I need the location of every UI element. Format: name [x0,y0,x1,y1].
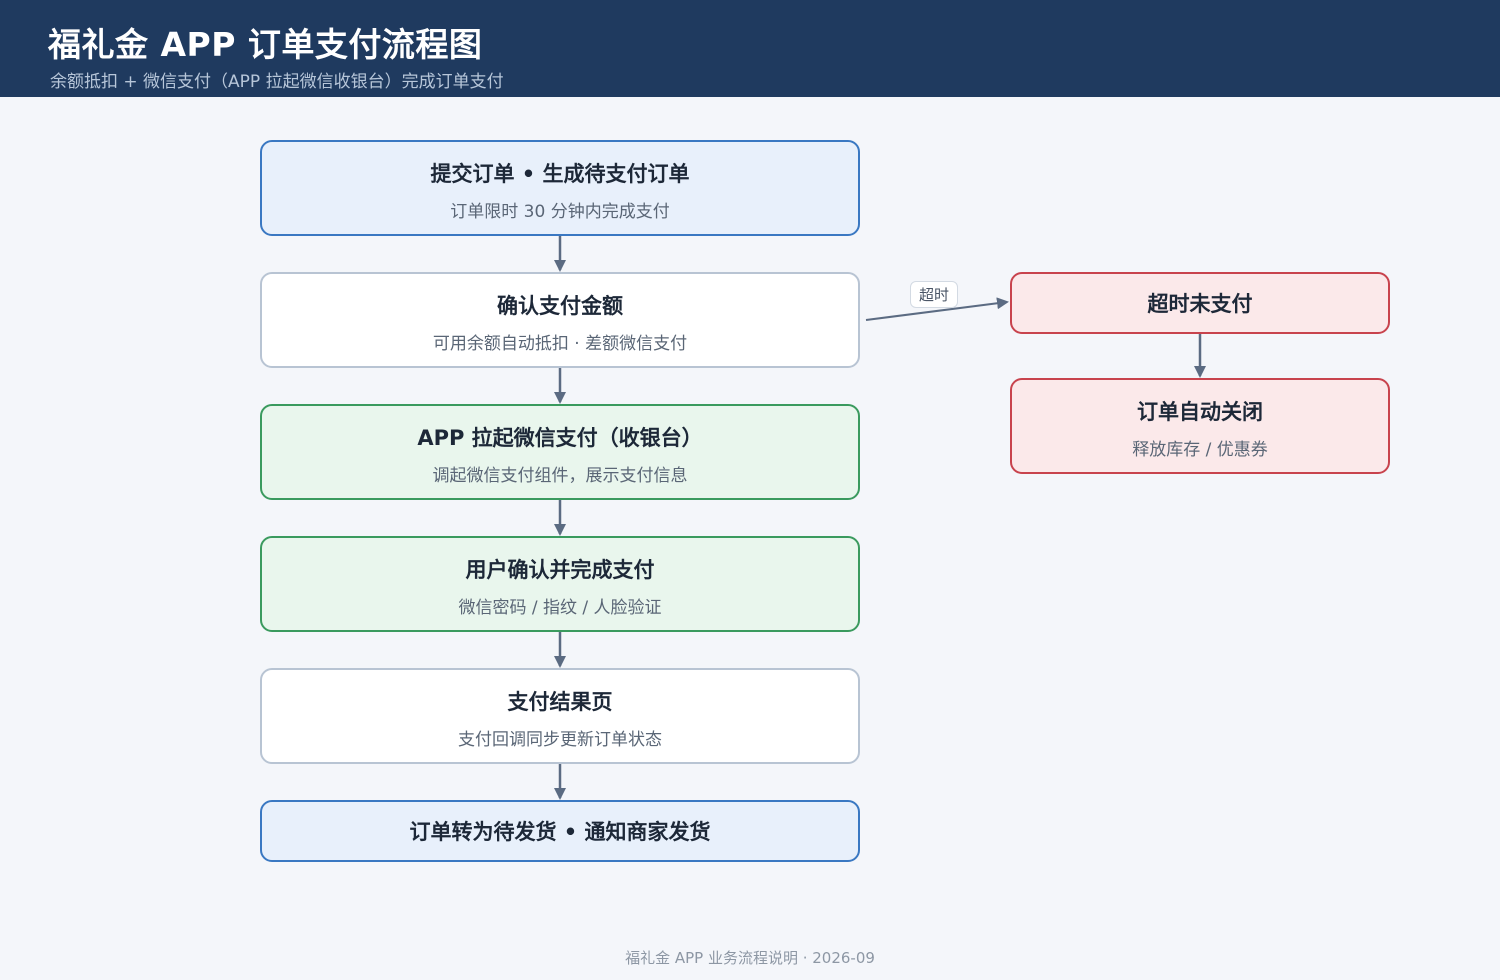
node-title: 用户确认并完成支付 [465,558,655,582]
node-subtitle: 可用余额自动抵扣 · 差额微信支付 [432,334,688,354]
node-auto-close: 订单自动关闭 释放库存 / 优惠券 [1010,378,1390,474]
node-result-page: 支付结果页 支付回调同步更新订单状态 [260,668,860,764]
node-title: 订单转为待发货 • 通知商家发货 [409,820,711,844]
node-user-pay: 用户确认并完成支付 微信密码 / 指纹 / 人脸验证 [260,536,860,632]
node-subtitle: 微信密码 / 指纹 / 人脸验证 [458,598,662,618]
node-to-ship: 订单转为待发货 • 通知商家发货 [260,800,860,862]
page-footer: 福礼金 APP 业务流程说明 · 2026-09 [625,949,875,967]
edge-label-timeout: 超时 [910,281,959,308]
node-title: 支付结果页 [507,690,613,714]
node-submit-order: 提交订单 • 生成待支付订单 订单限时 30 分钟内完成支付 [260,140,860,236]
node-subtitle: 释放库存 / 优惠券 [1132,440,1268,460]
node-title: 确认支付金额 [497,294,623,318]
node-subtitle: 调起微信支付组件，展示支付信息 [432,466,688,486]
node-subtitle: 支付回调同步更新订单状态 [458,730,662,750]
node-subtitle: 订单限时 30 分钟内完成支付 [450,202,670,222]
node-wechat-cashier: APP 拉起微信支付（收银台） 调起微信支付组件，展示支付信息 [260,404,860,500]
node-confirm-amount: 确认支付金额 可用余额自动抵扣 · 差额微信支付 [260,272,860,368]
node-title: 提交订单 • 生成待支付订单 [430,162,690,186]
node-timeout: 超时未支付 [1010,272,1390,334]
node-title: 超时未支付 [1147,292,1253,316]
node-title: 订单自动关闭 [1137,400,1263,424]
node-title: APP 拉起微信支付（收银台） [417,426,703,450]
